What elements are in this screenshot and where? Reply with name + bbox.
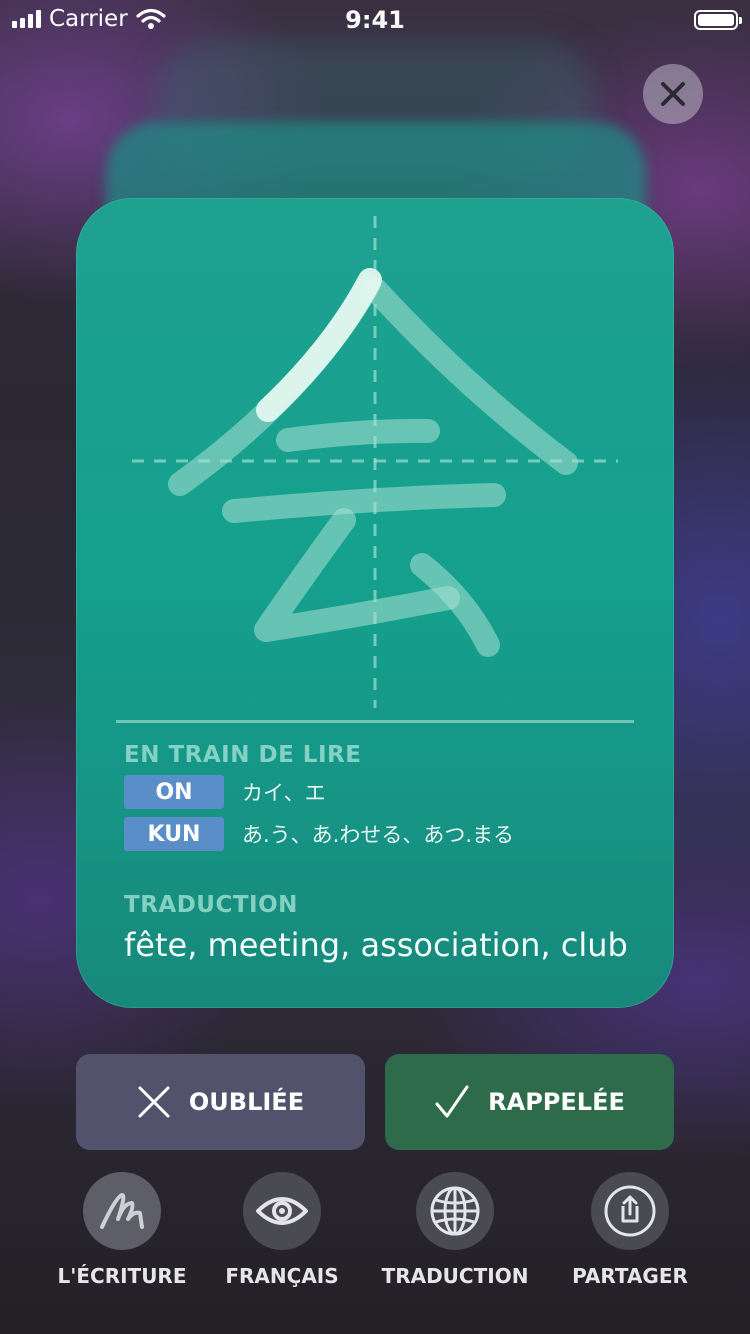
handwriting-icon [100,1193,144,1229]
forgot-label: OUBLIÉE [188,1088,305,1116]
toolbar-french-label: FRANÇAIS [225,1264,339,1288]
toolbar-share[interactable]: PARTAGER [545,1172,715,1288]
status-bar: Carrier 9:41 [0,0,750,40]
remember-label: RAPPELÉE [488,1088,625,1116]
translation-value: fête, meeting, association, club [124,926,628,964]
checkmark-icon [435,1085,469,1118]
close-button[interactable] [643,64,703,124]
translation-label: TRADUCTION [124,892,298,918]
toolbar-translation-label: TRADUCTION [381,1264,529,1288]
kun-reading-row: KUN あ.う、あ.わせる、あつ.まる [124,817,514,851]
x-icon [138,1086,170,1118]
kanji-stroke-diagram [132,216,618,708]
reading-label: EN TRAIN DE LIRE [124,742,362,768]
share-icon [604,1185,656,1237]
forgot-button[interactable]: OUBLIÉE [76,1054,365,1150]
card-divider [116,720,634,723]
on-badge: ON [124,775,224,809]
close-icon [661,82,685,106]
on-reading-value: カイ、エ [242,781,326,805]
flashcard[interactable]: EN TRAIN DE LIRE ON カイ、エ KUN あ.う、あ.わせる、あ… [76,198,674,1008]
toolbar-french[interactable]: FRANÇAIS [197,1172,367,1288]
globe-icon [430,1186,480,1236]
toolbar-writing[interactable]: L'ÉCRITURE [37,1172,207,1288]
toolbar-share-label: PARTAGER [572,1264,688,1288]
toolbar-translation[interactable]: TRADUCTION [370,1172,540,1288]
kun-reading-value: あ.う、あ.わせる、あつ.まる [242,823,515,847]
on-reading-row: ON カイ、エ [124,775,326,809]
toolbar-writing-label: L'ÉCRITURE [57,1264,187,1288]
kun-badge: KUN [124,817,224,851]
remember-button[interactable]: RAPPELÉE [385,1054,674,1150]
battery-icon [694,10,742,30]
eye-icon [256,1197,308,1225]
status-time: 9:41 [345,6,405,34]
